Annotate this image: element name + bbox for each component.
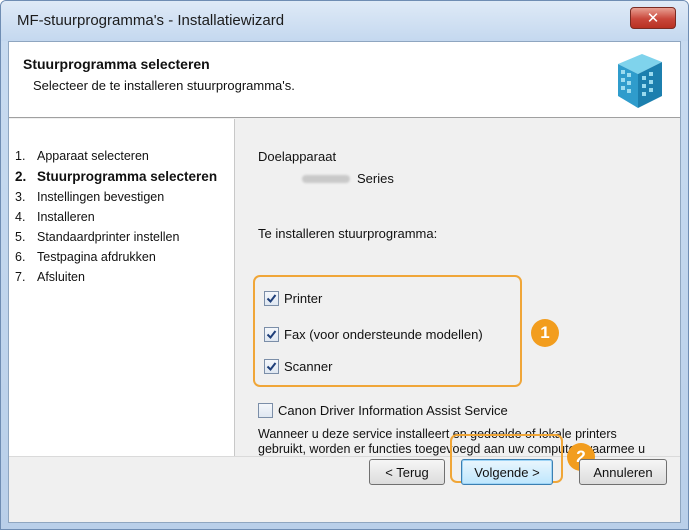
target-device-value: Series: [357, 171, 394, 186]
installer-window: MF-stuurprogramma's - Installatiewizard …: [0, 0, 689, 530]
service-checkbox-label: Canon Driver Information Assist Service: [278, 403, 508, 418]
drivers-label: Te installeren stuurprogramma:: [258, 226, 438, 241]
page-title: Stuurprogramma selecteren: [23, 56, 210, 72]
fax-checkbox-label: Fax (voor ondersteunde modellen): [284, 327, 483, 342]
step-item: 4. Installeren: [15, 210, 95, 224]
device-model-redacted: [302, 175, 350, 183]
printer-checkbox-label: Printer: [284, 291, 323, 306]
next-button[interactable]: Volgende >: [461, 459, 553, 485]
target-device-label: Doelapparaat: [258, 149, 337, 164]
step-item: 7. Afsluiten: [15, 270, 85, 284]
step-item: 6. Testpagina afdrukken: [15, 250, 156, 264]
cancel-button[interactable]: Annuleren: [579, 459, 667, 485]
step-label: Installeren: [37, 210, 95, 224]
driver-package-icon: [618, 54, 662, 108]
step-item: 1. Apparaat selecteren: [15, 149, 149, 163]
step-label: Apparaat selecteren: [37, 149, 149, 163]
printer-checkbox-row[interactable]: Printer: [264, 291, 322, 306]
back-button[interactable]: < Terug: [369, 459, 445, 485]
window-title: MF-stuurprogramma's - Installatiewizard: [17, 12, 285, 29]
step-label: Standaardprinter instellen: [37, 230, 180, 244]
step-label: Instellingen bevestigen: [37, 190, 165, 204]
service-checkbox[interactable]: [258, 403, 273, 418]
fax-checkbox-row[interactable]: Fax (voor ondersteunde modellen): [264, 327, 483, 342]
step-label: Testpagina afdrukken: [37, 250, 156, 264]
step-item: 3. Instellingen bevestigen: [15, 190, 165, 204]
callout-badge-1: 1: [531, 319, 559, 347]
step-label: Stuurprogramma selecteren: [37, 169, 218, 184]
title-bar[interactable]: MF-stuurprogramma's - Installatiewizard …: [1, 1, 688, 41]
service-checkbox-row[interactable]: Canon Driver Information Assist Service: [258, 403, 508, 418]
checkmark-icon: [266, 362, 277, 372]
checkmark-icon: [266, 330, 277, 340]
step-label: Afsluiten: [37, 270, 85, 284]
scanner-checkbox[interactable]: [264, 359, 279, 374]
step-item: 5. Standaardprinter instellen: [15, 230, 180, 244]
wizard-steps-panel: 1. Apparaat selecteren 2. Stuurprogramma s…: [9, 119, 235, 456]
wizard-header: Stuurprogramma selecteren Selecteer de t…: [9, 42, 680, 118]
driver-selection-panel: Doelapparaat Series Te installeren stuur…: [236, 119, 680, 471]
step-list: 1. Apparaat selecteren 2. Stuurprogramma s…: [15, 149, 230, 290]
scanner-checkbox-row[interactable]: Scanner: [264, 359, 332, 374]
checkmark-icon: [266, 294, 277, 304]
scanner-checkbox-label: Scanner: [284, 359, 333, 374]
printer-checkbox[interactable]: [264, 291, 279, 306]
close-icon: ✕: [646, 10, 660, 27]
fax-checkbox[interactable]: [264, 327, 279, 342]
page-subtitle: Selecteer de te installeren stuurprogram…: [33, 78, 295, 93]
step-item-active: 2. Stuurprogramma selecteren: [15, 169, 218, 184]
close-button[interactable]: ✕: [630, 7, 676, 29]
